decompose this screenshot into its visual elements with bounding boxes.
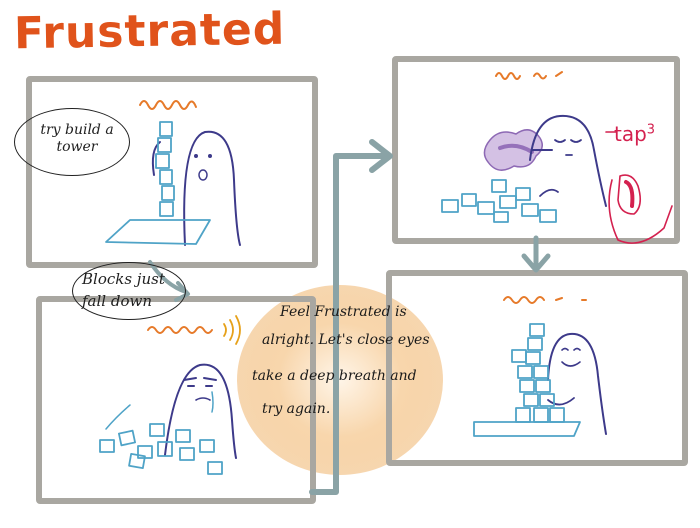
frustration-scribble	[503, 296, 587, 304]
advice-line: take a deep breath and	[252, 368, 417, 384]
tap-count: 3	[646, 122, 656, 138]
character	[183, 130, 241, 246]
bubble-line: tower	[56, 139, 98, 155]
advice-line: try again.	[262, 401, 331, 417]
frustration-scribble	[147, 326, 213, 334]
bubble-line: fall down	[82, 292, 152, 310]
bubble-line: Blocks just	[82, 270, 165, 288]
bubble-text-1: try build a tower	[32, 122, 122, 156]
frustration-scribble	[139, 100, 197, 110]
scattered-blocks	[441, 179, 557, 223]
sound-waves-icon	[223, 315, 241, 345]
rebuilt-tower	[473, 323, 581, 437]
advice-text: Feel Frustrated is alright. Let's close …	[252, 298, 448, 420]
frustration-scribble	[495, 71, 563, 80]
character	[529, 114, 607, 207]
advice-line: Feel Frustrated is	[280, 304, 407, 320]
advice-line: alright. Let's close eyes	[262, 332, 430, 348]
tap-label: tap3	[614, 122, 655, 146]
tap-text: tap	[614, 122, 647, 146]
bubble-text-2: Blocks just fall down	[82, 268, 182, 312]
fallen-blocks	[99, 423, 223, 475]
bubble-line: try build a	[40, 122, 114, 138]
